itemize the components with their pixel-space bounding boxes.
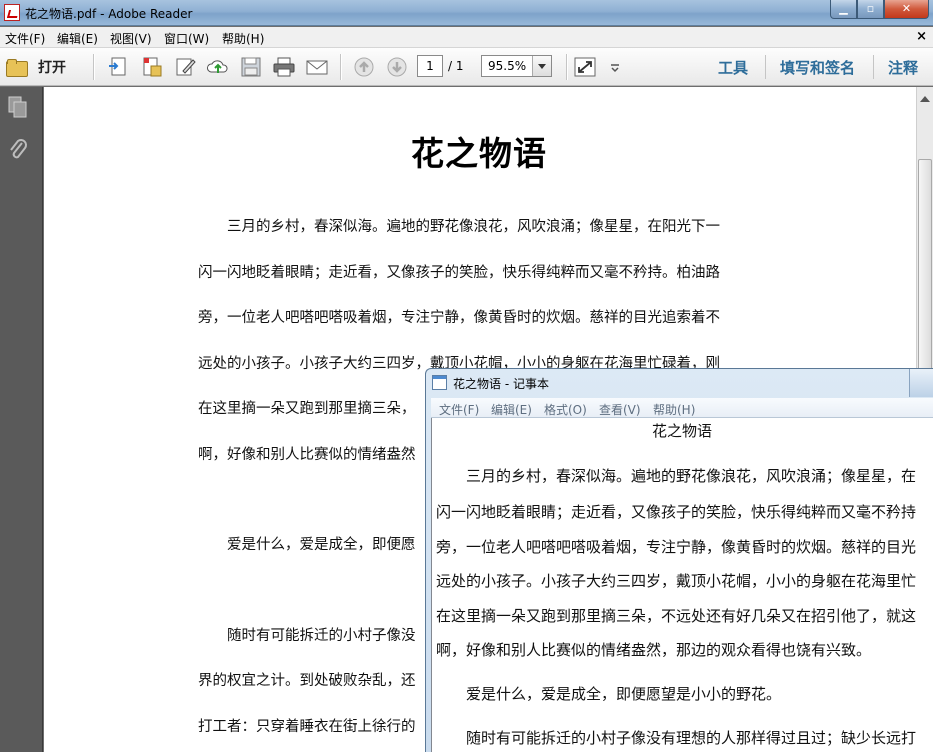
combine-files-icon[interactable] [141,57,163,77]
zoom-value: 95.5% [488,59,527,73]
notepad-line: 旁，一位老人吧嗒吧嗒吸着烟，专注宁静，像黄昏时的炊烟。慈祥的目光 [436,538,917,556]
close-button[interactable]: ✕ [884,0,929,19]
notepad-line: 在这里摘一朵又跑到那里摘三朵，不远处还有好几朵又在招引他了，就这 [436,607,917,625]
notepad-title-glass [909,369,933,397]
tools-pane-button[interactable]: 工具 [718,57,748,78]
toolbar-divider [873,55,874,79]
notepad-menu-edit[interactable]: 编辑(E) [491,401,532,418]
notepad-line: 花之物语 [652,422,713,440]
document-title: 花之物语 [411,134,547,173]
print-icon[interactable] [273,57,295,77]
toolbar-divider [340,54,341,80]
menu-window[interactable]: 窗口(W) [164,30,209,47]
notepad-menu-view[interactable]: 查看(V) [599,401,641,418]
page-total: / 1 [448,59,464,73]
page-number-input[interactable]: 1 [417,55,443,77]
edit-form-icon[interactable] [175,57,197,77]
toolbar-overflow-chevron-icon[interactable] [608,57,622,77]
comment-pane-button[interactable]: 注释 [888,57,918,78]
notepad-menubar: 文件(F) 编辑(E) 格式(O) 查看(V) 帮助(H) [431,398,933,418]
navigation-panel [0,87,43,752]
close-document-icon[interactable]: × [916,29,927,44]
notepad-menu-help[interactable]: 帮助(H) [653,401,695,418]
create-pdf-icon[interactable] [108,57,130,77]
window-controls: ▁ ▫ ✕ [830,0,929,19]
notepad-line: 远处的小孩子。小孩子大约三四岁，戴顶小花帽，小小的身躯在花海里忙 [436,572,917,590]
notepad-window-title: 花之物语 - 记事本 [453,377,549,391]
menu-help[interactable]: 帮助(H) [222,30,264,47]
toolbar-divider [93,54,94,80]
email-icon[interactable] [306,57,328,77]
zoom-select[interactable]: 95.5% [481,55,552,77]
maximize-button[interactable]: ▫ [857,0,884,19]
previous-page-icon[interactable] [353,57,375,77]
document-line: 啊，好像和别人比赛似的情绪盎然 [198,447,416,463]
notepad-line: 随时有可能拆迁的小村子像没有理想的人那样得过且过；缺少长远打 [436,729,917,747]
open-label: 打开 [38,60,66,76]
notepad-line: 啊，好像和别人比赛似的情绪盎然，那边的观众看得也饶有兴致。 [436,641,872,659]
notepad-window[interactable]: 花之物语 - 记事本 文件(F) 编辑(E) 格式(O) 查看(V) 帮助(H)… [425,368,933,752]
document-line: 打工者：只穿着睡衣在街上徐行的 [198,719,416,735]
notepad-line: 三月的乡村，春深似海。遍地的野花像浪花，风吹浪涌；像星星，在 [436,467,917,485]
document-line: 旁，一位老人吧嗒吧嗒吸着烟，专注宁静，像黄昏时的炊烟。慈祥的目光追索着不 [198,310,720,326]
fill-sign-pane-button[interactable]: 填写和签名 [780,57,855,78]
pdf-file-icon [4,4,20,21]
document-line: 三月的乡村，春深似海。遍地的野花像浪花，风吹浪涌；像星星，在阳光下一 [198,219,720,235]
reader-menubar: 文件(F) 编辑(E) 视图(V) 窗口(W) 帮助(H) × [0,27,933,48]
document-line: 爱是什么，爱是成全，即便愿 [198,537,416,553]
menu-edit[interactable]: 编辑(E) [57,30,98,47]
document-line: 随时有可能拆迁的小村子像没 [198,628,416,644]
page-thumbnails-icon[interactable] [8,96,27,118]
attachments-paperclip-icon[interactable] [8,137,28,161]
reader-window-title: 花之物语.pdf - Adobe Reader [25,7,193,21]
notepad-line: 爱是什么，爱是成全，即便愿望是小小的野花。 [436,685,782,703]
notepad-menu-format[interactable]: 格式(O) [544,401,587,418]
folder-icon [6,58,28,77]
minimize-button[interactable]: ▁ [830,0,857,19]
toolbar-divider [765,55,766,79]
chevron-down-icon[interactable] [532,56,551,76]
menu-file[interactable]: 文件(F) [5,30,45,47]
notepad-line: 闪一闪地眨着眼睛；走近看，又像孩子的笑脸，快乐得纯粹而又毫不矜持 [436,503,917,521]
open-button[interactable]: 打开 [6,54,78,80]
document-line: 在这里摘一朵又跑到那里摘三朵， [198,401,416,417]
scroll-up-arrow-icon[interactable] [920,91,930,102]
fit-page-icon[interactable] [574,57,596,77]
next-page-icon[interactable] [386,57,408,77]
save-icon[interactable] [240,57,262,77]
notepad-app-icon [432,375,447,390]
reader-titlebar[interactable]: 花之物语.pdf - Adobe Reader ▁ ▫ ✕ [0,0,933,26]
toolbar-divider [566,54,567,80]
notepad-text-area[interactable]: 花之物语 三月的乡村，春深似海。遍地的野花像浪花，风吹浪涌；像星星，在 闪一闪地… [431,418,933,752]
document-line: 闪一闪地眨着眼睛；走近看，又像孩子的笑脸，快乐得纯粹而又毫不矜持。柏油路 [198,265,720,281]
document-line: 界的权宜之计。到处破败杂乱，还 [198,673,416,689]
menu-view[interactable]: 视图(V) [110,30,152,47]
notepad-menu-file[interactable]: 文件(F) [439,401,479,418]
cloud-upload-icon[interactable] [207,57,229,77]
